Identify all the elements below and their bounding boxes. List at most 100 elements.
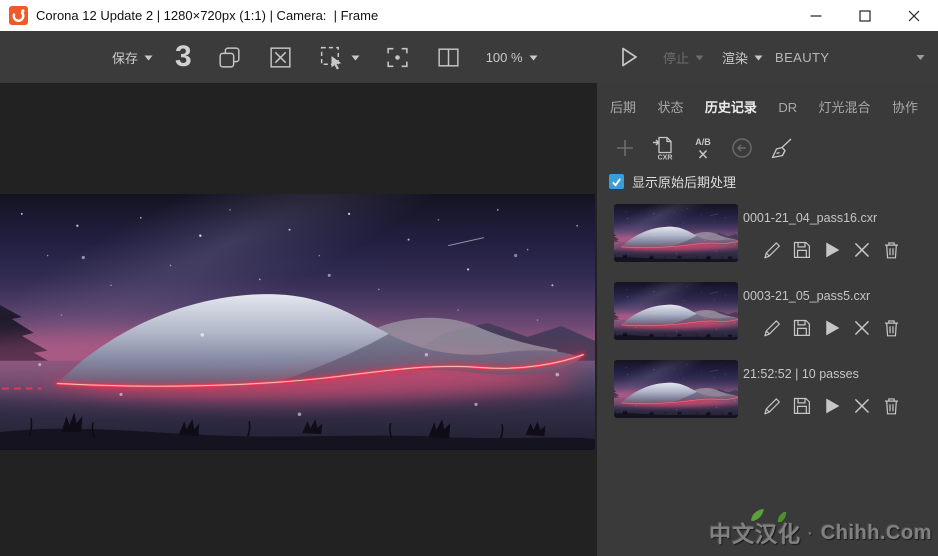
play-filled-icon: [821, 239, 842, 260]
plus-icon: [614, 137, 636, 159]
save-button[interactable]: 保存: [112, 48, 153, 67]
show-original-checkbox[interactable]: [609, 174, 624, 189]
corona-vfb-window: Corona 12 Update 2 | 1280×720px (1:1) | …: [0, 0, 938, 556]
trash-icon: [881, 395, 902, 416]
chihh-watermark: 中文汉化 · Chihh.Com: [709, 517, 932, 549]
save-label: 保存: [112, 48, 138, 67]
show-original-label: 显示原始后期处理: [632, 172, 736, 191]
history-item[interactable]: 0003-21_05_pass5.cxr: [614, 282, 938, 340]
maximize-button[interactable]: [840, 0, 889, 31]
rename-button[interactable]: [761, 395, 782, 416]
render-button[interactable]: 渲染: [722, 48, 763, 67]
delete-snapshot-button[interactable]: [881, 239, 902, 260]
load-cxr-icon: CXR: [652, 135, 676, 161]
rendered-image: [0, 194, 595, 450]
play-filled-icon: [821, 395, 842, 416]
play-icon: [615, 44, 641, 70]
maximize-icon: [859, 10, 871, 22]
stop-dropdown-caret-icon: [695, 54, 704, 61]
right-panel: 后期 状态 历史记录 DR 灯光混合 协作 CXR: [597, 83, 938, 556]
focus-point-icon: [384, 44, 411, 71]
pencil-icon: [761, 395, 782, 416]
save-snapshot-button[interactable]: [791, 239, 812, 260]
restore-arrow-icon: [730, 136, 754, 160]
floppy-icon: [791, 317, 812, 338]
clear-history-button[interactable]: [768, 133, 794, 163]
trash-icon: [881, 239, 902, 260]
leaf-icon: [749, 509, 767, 521]
tab-stats[interactable]: 状态: [657, 97, 683, 116]
ab-compare-button[interactable]: A/B: [690, 133, 716, 163]
start-render-button[interactable]: [615, 44, 641, 70]
zoom-dropdown-caret-icon[interactable]: [529, 54, 538, 61]
rename-button[interactable]: [761, 317, 782, 338]
window-title: Corona 12 Update 2 | 1280×720px (1:1) | …: [36, 8, 378, 23]
render-label: 渲染: [722, 48, 748, 67]
watermark-cn-text: 中文汉化: [709, 517, 801, 549]
tab-collaboration[interactable]: 协作: [892, 97, 918, 116]
region-dropdown-caret-icon[interactable]: [351, 54, 360, 61]
save-dropdown-caret-icon[interactable]: [144, 54, 153, 61]
pencil-icon: [761, 239, 782, 260]
tab-dr[interactable]: DR: [778, 100, 797, 115]
clear-image-icon: [267, 44, 294, 71]
remove-compare-button[interactable]: [851, 239, 872, 260]
trash-icon: [881, 317, 902, 338]
tab-post[interactable]: 后期: [610, 97, 636, 116]
ab-compare-icon: A/B: [691, 135, 715, 161]
render-element-select[interactable]: BEAUTY: [775, 50, 829, 65]
delete-snapshot-button[interactable]: [881, 317, 902, 338]
restore-snapshot-button: [729, 133, 755, 163]
history-item-name: 0001-21_04_pass16.cxr: [738, 204, 938, 225]
load-snapshot-button[interactable]: [821, 317, 842, 338]
zoom-level-control[interactable]: 100 %: [486, 50, 538, 65]
save-snapshot-button[interactable]: [791, 395, 812, 416]
tab-history[interactable]: 历史记录: [705, 97, 757, 116]
region-select-button[interactable]: [318, 44, 360, 71]
load-snapshot-button[interactable]: [821, 239, 842, 260]
minimize-button[interactable]: [791, 0, 840, 31]
history-toolbar: CXR A/B: [597, 116, 938, 163]
panel-tabs: 后期 状态 历史记录 DR 灯光混合 协作: [597, 83, 938, 116]
load-cxr-button[interactable]: CXR: [651, 133, 677, 163]
duplicate-icon: [216, 44, 243, 71]
clear-image-button[interactable]: [267, 44, 294, 71]
load-snapshot-button[interactable]: [821, 395, 842, 416]
add-snapshot-button: [612, 133, 638, 163]
titlebar[interactable]: Corona 12 Update 2 | 1280×720px (1:1) | …: [0, 0, 938, 31]
render-viewport[interactable]: [0, 83, 597, 556]
rename-button[interactable]: [761, 239, 782, 260]
remove-compare-button[interactable]: [851, 395, 872, 416]
svg-text:CXR: CXR: [658, 155, 673, 162]
history-item-name: 0003-21_05_pass5.cxr: [738, 282, 938, 303]
zoom-level-value: 100 %: [486, 50, 523, 65]
history-thumbnail[interactable]: [614, 204, 738, 262]
watermark-separator: ·: [808, 525, 814, 541]
close-x-icon: [851, 239, 872, 260]
play-filled-icon: [821, 317, 842, 338]
ab-split-button[interactable]: [435, 44, 462, 71]
close-button[interactable]: [889, 0, 938, 31]
tab-lightmix[interactable]: 灯光混合: [819, 97, 871, 116]
history-thumbnail[interactable]: [614, 282, 738, 340]
floppy-icon: [791, 395, 812, 416]
show-original-row: 显示原始后期处理: [597, 163, 938, 191]
render-dropdown-caret-icon[interactable]: [754, 54, 763, 61]
frame-number: 3: [175, 42, 192, 72]
focus-point-button[interactable]: [384, 44, 411, 71]
remove-compare-button[interactable]: [851, 317, 872, 338]
ab-split-icon: [435, 44, 462, 71]
duplicate-button[interactable]: [216, 44, 243, 71]
history-thumbnail[interactable]: [614, 360, 738, 418]
history-item[interactable]: 21:52:52 | 10 passes: [614, 360, 938, 418]
close-x-icon: [851, 395, 872, 416]
delete-snapshot-button[interactable]: [881, 395, 902, 416]
minimize-icon: [810, 10, 822, 22]
pencil-icon: [761, 317, 782, 338]
history-item[interactable]: 0001-21_04_pass16.cxr: [614, 204, 938, 262]
close-x-icon: [851, 317, 872, 338]
save-snapshot-button[interactable]: [791, 317, 812, 338]
history-item-name: 21:52:52 | 10 passes: [738, 360, 938, 381]
render-element-caret-icon[interactable]: [916, 54, 925, 61]
region-select-icon: [318, 44, 345, 71]
